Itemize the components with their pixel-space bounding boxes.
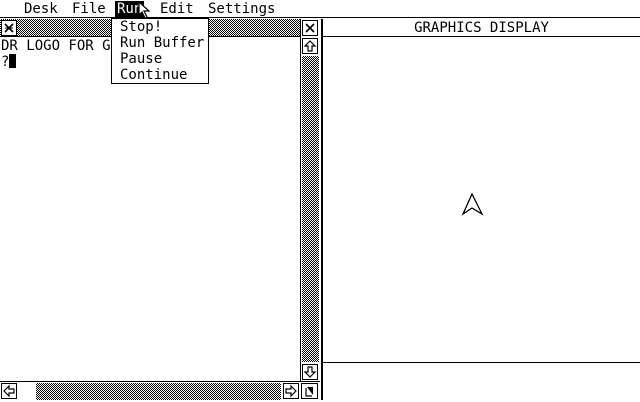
graphics-bottom-bar [323,362,640,381]
horizontal-scroll-thumb[interactable] [18,382,36,400]
arrow-right-icon[interactable] [283,383,299,399]
menu-item-pause[interactable]: Pause [120,51,162,67]
vertical-scrollbar[interactable] [300,19,320,382]
listener-prompt: ? [1,54,10,70]
menu-item-continue[interactable]: Continue [120,67,187,83]
text-cursor [9,54,17,68]
run-menu-dropdown: Stop! Run Buffer Pause Continue [111,18,209,84]
arrow-up-glyph [303,40,317,52]
arrow-up-icon[interactable] [302,38,318,54]
menu-settings[interactable]: Settings [208,1,275,17]
arrow-left-glyph [3,384,15,398]
listener-prompt-line[interactable]: ? [1,54,17,70]
arrow-down-icon[interactable] [302,364,318,380]
menu-item-run-buffer[interactable]: Run Buffer [120,35,204,51]
horizontal-scrollbar[interactable] [0,381,320,400]
arrow-left-icon[interactable] [1,383,17,399]
listener-banner: DR LOGO FOR GE [1,38,120,54]
turtle-icon [461,192,484,216]
vertical-scroll-track[interactable] [302,56,319,362]
resize-glyph [305,387,313,397]
close-icon[interactable] [1,20,17,36]
menu-item-stop[interactable]: Stop! [120,19,162,35]
fuller-box[interactable] [302,20,318,36]
horizontal-scroll-track[interactable] [36,383,281,400]
fuller-icon [305,23,315,33]
close-icon-glyph [4,23,14,33]
graphics-title: GRAPHICS DISPLAY [323,20,640,37]
menu-edit[interactable]: Edit [160,1,194,17]
resize-icon[interactable] [301,383,318,399]
menu-bar: Desk File Run Edit Settings [0,0,640,18]
mouse-pointer-icon [138,1,151,19]
arrow-down-glyph [303,366,317,378]
menu-file[interactable]: File [72,1,106,17]
arrow-right-glyph [285,384,297,398]
menu-desk[interactable]: Desk [24,1,58,17]
